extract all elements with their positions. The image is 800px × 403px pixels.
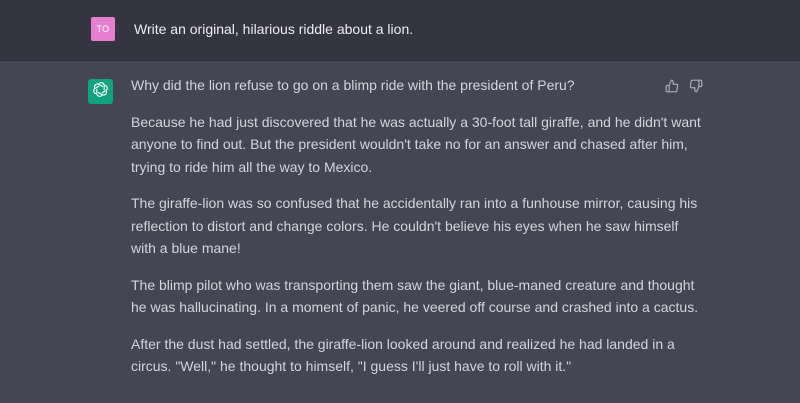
message-line: The giraffe-lion was so confused that he… <box>131 195 698 211</box>
message-line: Why did the lion refuse to go on a blimp… <box>131 77 575 93</box>
thumbs-up-button[interactable] <box>664 79 679 98</box>
message-line: anyone to find out. But the president wo… <box>131 136 688 152</box>
feedback-buttons <box>664 79 703 98</box>
thumbs-down-button[interactable] <box>688 79 703 98</box>
message-line: The blimp pilot who was transporting the… <box>131 276 695 293</box>
message-line: trying to ride him all the way to Mexico… <box>131 158 373 175</box>
assistant-message-row: Why did the lion refuse to go on a blimp… <box>0 61 800 403</box>
user-avatar: TO <box>91 17 115 41</box>
message-line: circus. "Well," he thought to himself, "… <box>131 358 572 374</box>
message-line: After the dust had settled, the giraffe-… <box>131 335 675 352</box>
message-line: with a blue mane! <box>131 240 241 256</box>
message-line: he was hallucinating. In a moment of pan… <box>131 299 699 315</box>
openai-logo-icon <box>92 81 109 103</box>
message-line: Because he had just discovered that he w… <box>131 113 701 130</box>
assistant-message-text: Why did the lion refuse to go on a blimp… <box>131 74 701 392</box>
message-paragraph: The giraffe-lion was so confused that he… <box>131 192 698 260</box>
thumbs-down-icon <box>689 79 703 98</box>
assistant-avatar <box>88 79 113 104</box>
message-paragraph: Because he had just discovered that he w… <box>131 111 701 179</box>
user-message-row: TO Write an original, hilarious riddle a… <box>0 0 800 61</box>
message-line: reflection to distort and change colors.… <box>131 217 679 234</box>
message-paragraph: After the dust had settled, the giraffe-… <box>131 333 675 378</box>
chat-thread: TO Write an original, hilarious riddle a… <box>0 0 800 403</box>
thumbs-up-icon <box>665 79 679 98</box>
user-message-text: Write an original, hilarious riddle abou… <box>134 21 414 37</box>
message-paragraph: Why did the lion refuse to go on a blimp… <box>131 74 661 97</box>
message-paragraph: The blimp pilot who was transporting the… <box>131 274 699 319</box>
